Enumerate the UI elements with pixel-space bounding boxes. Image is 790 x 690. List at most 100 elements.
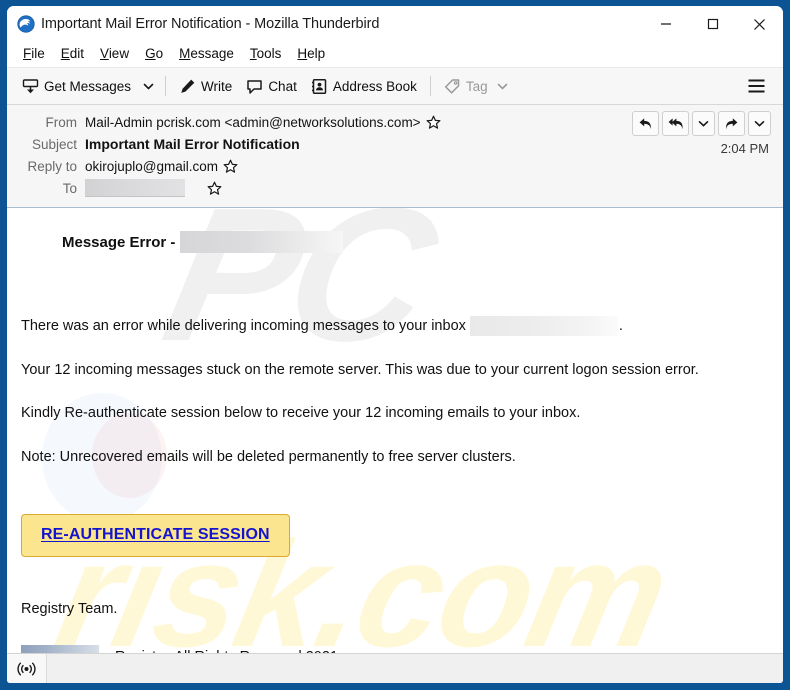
menu-item-help[interactable]: Help (289, 45, 333, 63)
menu-label-go: o (155, 46, 164, 61)
menu-item-edit[interactable]: Edit (53, 45, 92, 63)
reply-button[interactable] (632, 111, 659, 136)
menu-label-view: iew (108, 46, 130, 61)
forward-arrow-icon (726, 117, 738, 129)
re-authenticate-session-label: RE-AUTHENTICATE SESSION (41, 526, 270, 544)
header-row-subject: Subject Important Mail Error Notificatio… (7, 133, 783, 155)
menu-bar: File Edit View Go Message Tools Help (7, 42, 783, 67)
body-paragraph-1-text: There was an error while delivering inco… (21, 317, 466, 334)
menu-accesskey-help: H (297, 46, 308, 61)
menu-accesskey-go: G (145, 46, 156, 61)
email-footer: Registry. All Rights Reserved 2021. (21, 645, 769, 653)
message-error-heading-text: Message Error - (62, 233, 176, 251)
chat-button[interactable]: Chat (239, 74, 304, 99)
body-paragraph-4: Note: Unrecovered emails will be deleted… (21, 449, 516, 466)
thunderbird-icon (17, 15, 35, 33)
chat-label: Chat (268, 78, 297, 94)
tag-label: Tag (465, 78, 488, 94)
menu-item-go[interactable]: Go (137, 45, 171, 63)
window-controls (642, 6, 783, 42)
title-bar: Important Mail Error Notification - Mozi… (7, 6, 783, 42)
from-value-group: Mail-Admin pcrisk.com <admin@networksolu… (85, 115, 441, 130)
to-label: To (62, 180, 77, 196)
thunderbird-window: Important Mail Error Notification - Mozi… (0, 0, 790, 690)
menu-label-file: ile (31, 46, 45, 61)
message-error-redaction (180, 231, 344, 253)
get-messages-icon (22, 78, 39, 93)
address-book-label: Address Book (332, 78, 417, 94)
pencil-icon (181, 79, 195, 93)
reply-all-button[interactable] (662, 111, 689, 136)
write-button[interactable]: Write (172, 74, 239, 99)
re-authenticate-session-button[interactable]: RE-AUTHENTICATE SESSION (21, 514, 290, 558)
menu-label-help: elp (307, 46, 326, 61)
close-button[interactable] (736, 6, 783, 42)
hamburger-menu-icon (748, 79, 765, 93)
status-bar (7, 653, 783, 683)
get-messages-button[interactable]: Get Messages (15, 74, 138, 99)
message-header-pane: From Mail-Admin pcrisk.com <admin@networ… (7, 105, 783, 208)
toolbar-separator-1 (165, 76, 167, 96)
subject-label: Subject (31, 136, 77, 152)
menu-item-tools[interactable]: Tools (242, 45, 290, 63)
chevron-down-icon (497, 83, 507, 90)
header-row-reply-to: Reply to okirojuplo@gmail.com (7, 155, 783, 177)
get-messages-dropdown[interactable] (138, 77, 159, 96)
menu-item-view[interactable]: View (92, 45, 137, 63)
body-paragraph-2: Your 12 incoming messages stuck on the r… (21, 362, 699, 378)
menu-item-message[interactable]: Message (171, 45, 242, 63)
message-content: Message Error - There was an error while… (21, 231, 769, 653)
footer-logo-redaction (21, 645, 99, 653)
forward-button[interactable] (718, 111, 745, 136)
window-client-area: Important Mail Error Notification - Mozi… (7, 6, 783, 683)
subject-value: Important Mail Error Notification (85, 136, 300, 152)
menu-accesskey-view: V (100, 46, 109, 61)
message-body-pane: PC risk.com Message Error - There was an… (7, 208, 783, 653)
menu-label-edit: dit (69, 46, 85, 61)
reply-to-label: Reply to (27, 158, 77, 174)
address-book-icon (311, 78, 327, 94)
to-value-group (85, 179, 222, 197)
chat-bubble-icon (247, 79, 263, 94)
star-outline-icon[interactable] (426, 115, 441, 130)
email-signature: Registry Team. (21, 601, 118, 618)
menu-item-file[interactable]: File (15, 45, 53, 63)
reply-to-address[interactable]: okirojuplo@gmail.com (85, 159, 218, 174)
address-book-button[interactable]: Address Book (304, 74, 424, 99)
message-actions (632, 111, 771, 136)
minimize-button[interactable] (642, 6, 689, 42)
reply-all-arrow-icon (668, 117, 683, 129)
inbox-address-redaction (469, 316, 618, 336)
chevron-down-icon (754, 121, 765, 127)
body-paragraph-1-period: . (618, 317, 623, 334)
reply-dropdown-button[interactable] (692, 111, 715, 136)
to-address-redaction (85, 179, 185, 197)
app-menu-button[interactable] (740, 73, 773, 99)
footer-copyright-text: Registry. All Rights Reserved 2021. (115, 649, 342, 653)
chevron-down-icon (143, 83, 154, 90)
tag-button[interactable]: Tag (437, 74, 515, 99)
toolbar-separator-2 (429, 76, 431, 96)
connection-broadcast-icon (17, 662, 36, 675)
more-actions-dropdown-button[interactable] (748, 111, 771, 136)
write-label: Write (201, 78, 233, 94)
offline-status-button[interactable] (7, 654, 47, 683)
message-timestamp: 2:04 PM (720, 141, 769, 156)
header-row-to: To (7, 177, 783, 199)
star-outline-icon[interactable] (207, 181, 222, 196)
menu-label-message: essage (190, 46, 234, 61)
menu-accesskey-edit: E (60, 46, 70, 61)
maximize-button[interactable] (689, 6, 736, 42)
window-title: Important Mail Error Notification - Mozi… (41, 16, 380, 32)
reply-arrow-icon (639, 117, 651, 129)
chevron-down-icon (698, 121, 709, 127)
star-outline-icon[interactable] (223, 159, 238, 174)
cta-container: RE-AUTHENTICATE SESSION (21, 514, 769, 558)
menu-accesskey-tools: T (249, 46, 257, 61)
body-paragraph-1: There was an error while delivering inco… (21, 316, 769, 336)
reply-to-value-group: okirojuplo@gmail.com (85, 159, 238, 174)
from-label: From (45, 114, 78, 130)
menu-accesskey-file: F (23, 46, 32, 61)
menu-accesskey-message: M (179, 46, 191, 61)
from-address[interactable]: Mail-Admin pcrisk.com <admin@networksolu… (85, 115, 421, 130)
